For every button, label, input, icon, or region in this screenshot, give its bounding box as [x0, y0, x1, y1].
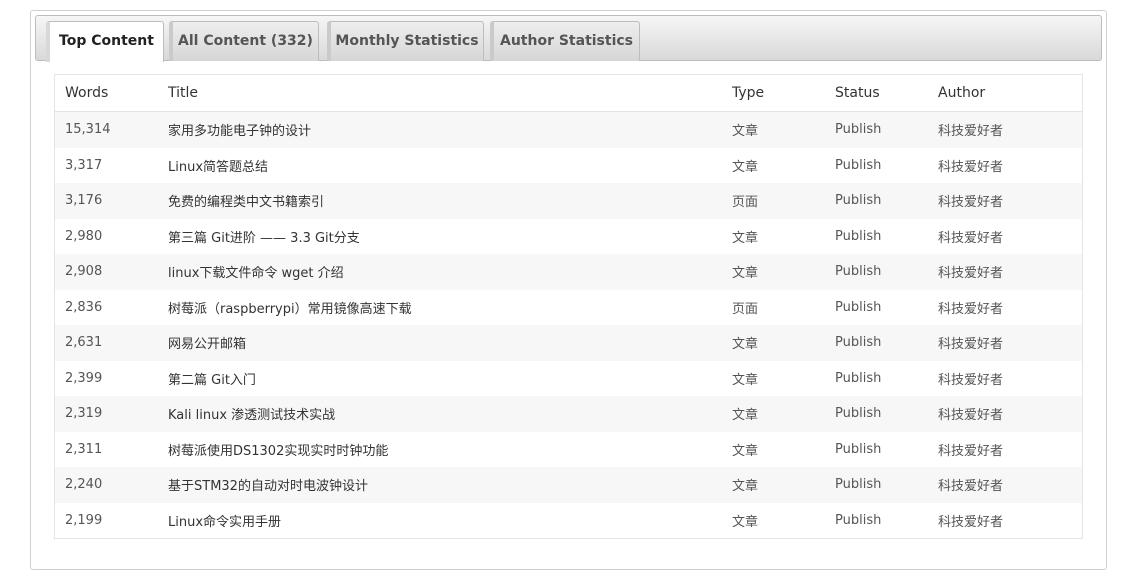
- cell-status: Publish: [825, 111, 928, 148]
- cell-type: 文章: [722, 396, 825, 432]
- cell-author: 科技爱好者: [928, 467, 1082, 503]
- cell-title: Linux简答题总结: [158, 147, 722, 183]
- cell-words: 2,980: [55, 218, 158, 254]
- cell-author: 科技爱好者: [928, 254, 1082, 290]
- cell-title: 基于STM32的自动对时电波钟设计: [158, 467, 722, 503]
- table-row: 15,314 家用多功能电子钟的设计 文章 Publish 科技爱好者: [55, 111, 1082, 148]
- cell-words: 3,317: [55, 147, 158, 183]
- table-row: 2,311 树莓派使用DS1302实现实时时钟功能 文章 Publish 科技爱…: [55, 431, 1082, 467]
- cell-author: 科技爱好者: [928, 360, 1082, 396]
- cell-words: 2,240: [55, 467, 158, 503]
- cell-words: 3,176: [55, 183, 158, 219]
- cell-words: 2,311: [55, 431, 158, 467]
- cell-author: 科技爱好者: [928, 111, 1082, 148]
- tab-bar: Top Content All Content (332) Monthly St…: [35, 15, 1102, 62]
- table-row: 2,980 第三篇 Git进阶 —— 3.3 Git分支 文章 Publish …: [55, 218, 1082, 254]
- cell-type: 文章: [722, 360, 825, 396]
- cell-status: Publish: [825, 360, 928, 396]
- table-header-row: Words Title Type Status Author: [55, 75, 1082, 112]
- cell-words: 15,314: [55, 111, 158, 148]
- header-type: Type: [722, 75, 825, 112]
- table-row: 3,317 Linux简答题总结 文章 Publish 科技爱好者: [55, 147, 1082, 183]
- cell-words: 2,836: [55, 289, 158, 325]
- statistics-panel: Top Content All Content (332) Monthly St…: [30, 10, 1107, 570]
- cell-status: Publish: [825, 467, 928, 503]
- cell-type: 文章: [722, 147, 825, 183]
- cell-title: 树莓派使用DS1302实现实时时钟功能: [158, 431, 722, 467]
- tab-monthly-statistics[interactable]: Monthly Statistics: [327, 21, 484, 61]
- header-author: Author: [928, 75, 1082, 112]
- cell-status: Publish: [825, 289, 928, 325]
- cell-title: 网易公开邮箱: [158, 325, 722, 361]
- cell-author: 科技爱好者: [928, 289, 1082, 325]
- cell-title: Linux命令实用手册: [158, 502, 722, 538]
- cell-author: 科技爱好者: [928, 147, 1082, 183]
- table-row: 2,836 树莓派（raspberrypi）常用镜像高速下载 页面 Publis…: [55, 289, 1082, 325]
- cell-words: 2,319: [55, 396, 158, 432]
- cell-status: Publish: [825, 325, 928, 361]
- cell-author: 科技爱好者: [928, 325, 1082, 361]
- cell-status: Publish: [825, 396, 928, 432]
- cell-words: 2,631: [55, 325, 158, 361]
- cell-status: Publish: [825, 254, 928, 290]
- cell-words: 2,199: [55, 502, 158, 538]
- cell-title: 第二篇 Git入门: [158, 360, 722, 396]
- cell-type: 文章: [722, 254, 825, 290]
- top-content-table: Words Title Type Status Author 15,314 家用…: [54, 74, 1083, 539]
- cell-author: 科技爱好者: [928, 218, 1082, 254]
- tab-top-content[interactable]: Top Content: [46, 21, 164, 62]
- table-row: 2,240 基于STM32的自动对时电波钟设计 文章 Publish 科技爱好者: [55, 467, 1082, 503]
- cell-status: Publish: [825, 183, 928, 219]
- table-row: 2,399 第二篇 Git入门 文章 Publish 科技爱好者: [55, 360, 1082, 396]
- cell-author: 科技爱好者: [928, 502, 1082, 538]
- tab-author-statistics[interactable]: Author Statistics: [490, 21, 640, 61]
- cell-status: Publish: [825, 502, 928, 538]
- cell-type: 文章: [722, 218, 825, 254]
- cell-title: Kali linux 渗透测试技术实战: [158, 396, 722, 432]
- cell-status: Publish: [825, 431, 928, 467]
- cell-author: 科技爱好者: [928, 396, 1082, 432]
- cell-title: 家用多功能电子钟的设计: [158, 111, 722, 148]
- table-row: 2,631 网易公开邮箱 文章 Publish 科技爱好者: [55, 325, 1082, 361]
- cell-words: 2,908: [55, 254, 158, 290]
- table-row: 2,199 Linux命令实用手册 文章 Publish 科技爱好者: [55, 502, 1082, 538]
- cell-author: 科技爱好者: [928, 431, 1082, 467]
- cell-type: 文章: [722, 502, 825, 538]
- cell-title: 第三篇 Git进阶 —— 3.3 Git分支: [158, 218, 722, 254]
- table-row: 3,176 免费的编程类中文书籍索引 页面 Publish 科技爱好者: [55, 183, 1082, 219]
- tab-all-content[interactable]: All Content (332): [169, 21, 319, 61]
- cell-words: 2,399: [55, 360, 158, 396]
- cell-type: 页面: [722, 183, 825, 219]
- cell-type: 文章: [722, 111, 825, 148]
- cell-type: 文章: [722, 325, 825, 361]
- header-words: Words: [55, 75, 158, 112]
- table-row: 2,319 Kali linux 渗透测试技术实战 文章 Publish 科技爱…: [55, 396, 1082, 432]
- header-status: Status: [825, 75, 928, 112]
- cell-author: 科技爱好者: [928, 183, 1082, 219]
- cell-type: 文章: [722, 467, 825, 503]
- cell-type: 页面: [722, 289, 825, 325]
- table-row: 2,908 linux下载文件命令 wget 介绍 文章 Publish 科技爱…: [55, 254, 1082, 290]
- cell-status: Publish: [825, 147, 928, 183]
- cell-title: 免费的编程类中文书籍索引: [158, 183, 722, 219]
- cell-title: linux下载文件命令 wget 介绍: [158, 254, 722, 290]
- header-title: Title: [158, 75, 722, 112]
- cell-status: Publish: [825, 218, 928, 254]
- cell-type: 文章: [722, 431, 825, 467]
- cell-title: 树莓派（raspberrypi）常用镜像高速下载: [158, 289, 722, 325]
